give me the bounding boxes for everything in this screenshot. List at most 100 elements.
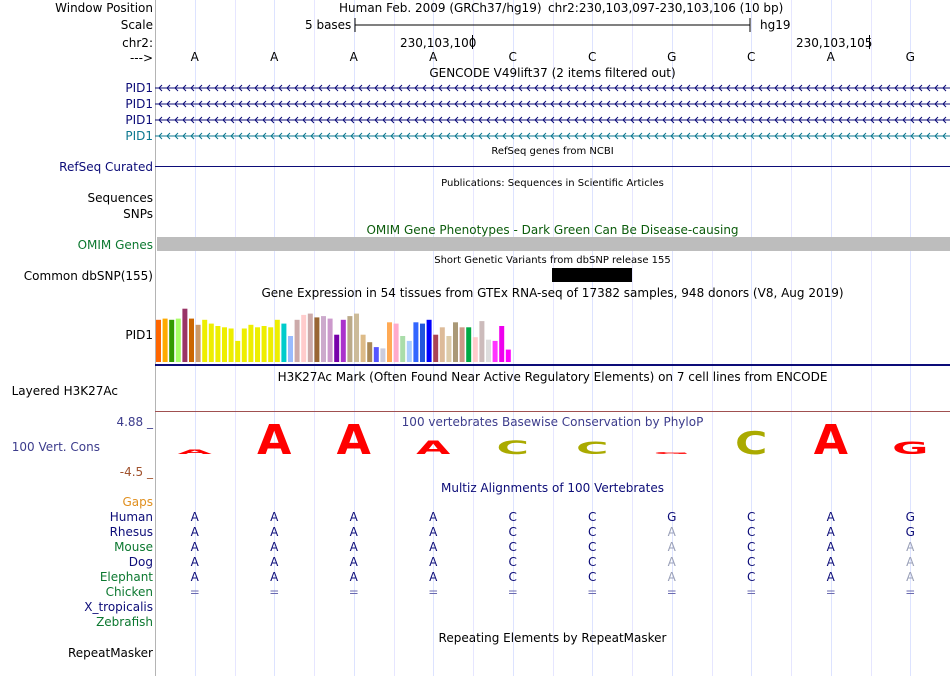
gtex-tissue-bar[interactable] xyxy=(387,322,392,362)
omim-gene-bar[interactable] xyxy=(157,237,950,251)
aligned-base: A xyxy=(667,540,676,554)
aligned-base: = xyxy=(666,585,677,599)
coord-label-1: 230,103,100 xyxy=(400,36,477,50)
coord-label-2: 230,103,105 xyxy=(796,36,873,50)
gencode-transcript[interactable] xyxy=(155,114,950,126)
gtex-tissue-bar[interactable] xyxy=(268,327,274,362)
gtex-tissue-bar[interactable] xyxy=(228,328,234,363)
gtex-tissue-bar[interactable] xyxy=(301,314,307,362)
gtex-tissue-bar[interactable] xyxy=(314,317,320,362)
gtex-tissue-bar[interactable] xyxy=(479,321,485,362)
dbsnp-track-label[interactable]: Common dbSNP(155) xyxy=(24,269,153,283)
aligned-base: A xyxy=(190,525,199,539)
gencode-transcript[interactable] xyxy=(155,82,950,94)
species-label[interactable]: Chicken xyxy=(106,585,153,599)
aligned-base: A xyxy=(270,540,279,554)
species-label[interactable]: Human xyxy=(110,510,153,524)
gtex-tissue-bar[interactable] xyxy=(156,319,161,362)
aligned-base: C xyxy=(508,570,517,584)
gencode-gene-label[interactable]: PID1 xyxy=(125,81,153,95)
gtex-tissue-bar[interactable] xyxy=(307,313,313,362)
publications-track-title: Publications: Sequences in Scientific Ar… xyxy=(441,178,664,189)
aligned-base: C xyxy=(747,570,756,584)
gtex-tissue-bar[interactable] xyxy=(248,324,254,362)
species-label[interactable]: Dog xyxy=(129,555,153,569)
omim-track-label[interactable]: OMIM Genes xyxy=(78,238,153,252)
gtex-tissue-bar[interactable] xyxy=(373,347,379,362)
gtex-tissue-bar[interactable] xyxy=(235,340,241,362)
gtex-tissue-bar[interactable] xyxy=(288,336,293,362)
gtex-tissue-bar[interactable] xyxy=(327,318,333,362)
gencode-transcript[interactable] xyxy=(155,130,950,142)
gtex-tissue-bar[interactable] xyxy=(195,324,201,362)
gtex-tissue-bar[interactable] xyxy=(189,318,194,362)
gtex-tissue-bar[interactable] xyxy=(492,340,498,362)
gtex-tissue-bar[interactable] xyxy=(446,336,452,362)
publications-snps-label[interactable]: SNPs xyxy=(123,207,153,221)
assembly-title: Human Feb. 2009 (GRCh37/hg19) xyxy=(339,1,542,15)
gencode-gene-label[interactable]: PID1 xyxy=(125,97,153,111)
gtex-tissue-bar[interactable] xyxy=(426,319,432,362)
gtex-tissue-bar[interactable] xyxy=(255,327,260,362)
gtex-tissue-bar[interactable] xyxy=(175,318,181,362)
gtex-tissue-bar[interactable] xyxy=(466,327,472,362)
gtex-bar-chart[interactable] xyxy=(155,298,535,362)
gtex-tissue-bar[interactable] xyxy=(241,328,247,363)
repeatmasker-track-label[interactable]: RepeatMasker xyxy=(68,646,153,660)
gtex-tissue-bar[interactable] xyxy=(334,334,340,362)
cons-track-label[interactable]: 100 Vert. Cons xyxy=(12,440,100,454)
gtex-tissue-bar[interactable] xyxy=(420,323,425,362)
gtex-tissue-bar[interactable] xyxy=(360,334,366,362)
species-label[interactable]: Zebrafish xyxy=(96,615,153,629)
gtex-tissue-bar[interactable] xyxy=(202,319,208,362)
gtex-tissue-bar[interactable] xyxy=(439,327,445,362)
conservation-logo-letter: C xyxy=(496,437,528,459)
gencode-gene-label[interactable]: PID1 xyxy=(125,113,153,127)
gtex-tissue-bar[interactable] xyxy=(400,336,406,362)
gtex-tissue-bar[interactable] xyxy=(486,339,491,362)
gtex-tissue-bar[interactable] xyxy=(340,319,346,362)
gtex-tissue-bar[interactable] xyxy=(215,326,221,362)
gtex-tissue-bar[interactable] xyxy=(162,318,168,362)
gtex-track-label[interactable]: PID1 xyxy=(125,328,153,342)
dna-base: A xyxy=(429,50,438,64)
conservation-logo[interactable]: AAAACCGCAG xyxy=(155,424,950,464)
gtex-tissue-bar[interactable] xyxy=(354,313,359,362)
gtex-tissue-bar[interactable] xyxy=(294,319,300,362)
gtex-tissue-bar[interactable] xyxy=(261,326,267,362)
refseq-gene-line[interactable] xyxy=(155,166,950,167)
gtex-tissue-bar[interactable] xyxy=(347,316,353,362)
gtex-tissue-bar[interactable] xyxy=(182,308,188,362)
publications-sequences-label[interactable]: Sequences xyxy=(88,191,153,205)
gtex-tissue-bar[interactable] xyxy=(499,326,505,362)
gtex-tissue-bar[interactable] xyxy=(433,334,439,362)
gtex-tissue-bar[interactable] xyxy=(169,319,175,362)
species-label[interactable]: Rhesus xyxy=(110,525,153,539)
gtex-tissue-bar[interactable] xyxy=(505,349,511,362)
gtex-tissue-bar[interactable] xyxy=(281,323,287,362)
gtex-tissue-bar[interactable] xyxy=(472,337,478,362)
gtex-tissue-bar[interactable] xyxy=(393,323,399,362)
gtex-tissue-bar[interactable] xyxy=(453,322,458,362)
refseq-track-label[interactable]: RefSeq Curated xyxy=(59,160,153,174)
species-label[interactable]: X_tropicalis xyxy=(84,600,153,614)
multiz-track-title: Multiz Alignments of 100 Vertebrates xyxy=(440,481,665,495)
gtex-tissue-bar[interactable] xyxy=(222,327,227,362)
gtex-tissue-bar[interactable] xyxy=(274,319,280,362)
gencode-gene-label[interactable]: PID1 xyxy=(125,129,153,143)
gtex-tissue-bar[interactable] xyxy=(208,323,214,362)
position-title[interactable]: chr2:230,103,097-230,103,106 (10 bp) xyxy=(548,1,783,15)
aligned-base: = xyxy=(905,585,916,599)
gtex-tissue-bar[interactable] xyxy=(459,327,465,362)
gtex-tissue-bar[interactable] xyxy=(380,348,386,362)
species-label[interactable]: Mouse xyxy=(114,540,153,554)
gtex-tissue-bar[interactable] xyxy=(321,316,326,362)
conservation-logo-letter: A xyxy=(814,424,849,464)
gencode-transcript[interactable] xyxy=(155,98,950,110)
dbsnp-variant-box[interactable] xyxy=(552,268,632,282)
species-label[interactable]: Elephant xyxy=(100,570,153,584)
h3k27ac-track-label[interactable]: Layered H3K27Ac xyxy=(12,384,118,398)
gtex-tissue-bar[interactable] xyxy=(367,342,373,362)
gtex-tissue-bar[interactable] xyxy=(406,340,412,362)
gtex-tissue-bar[interactable] xyxy=(413,322,419,362)
